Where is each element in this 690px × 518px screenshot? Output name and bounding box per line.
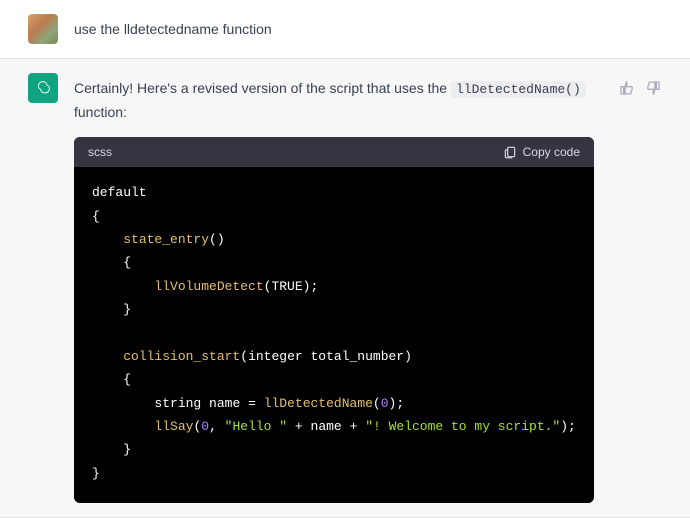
thumbs-up-button[interactable] — [618, 79, 636, 97]
thumbs-down-icon — [645, 80, 661, 96]
user-avatar — [28, 14, 58, 44]
feedback-buttons — [618, 79, 662, 97]
user-message-text: use the lldetectedname function — [74, 18, 662, 40]
assistant-message-body: Certainly! Here's a revised version of t… — [74, 73, 594, 503]
clipboard-icon — [503, 145, 517, 159]
thumbs-down-button[interactable] — [644, 79, 662, 97]
code-content[interactable]: default { state_entry() { llVolumeDetect… — [74, 167, 594, 503]
assistant-inline-code: llDetectedName() — [451, 81, 586, 98]
code-toolbar: scss Copy code — [74, 137, 594, 167]
assistant-message-text: Certainly! Here's a revised version of t… — [74, 77, 594, 123]
assistant-intro-post: function: — [74, 104, 127, 120]
code-block: scss Copy code default { state_entry() {… — [74, 137, 594, 503]
assistant-turn: Certainly! Here's a revised version of t… — [0, 58, 690, 518]
user-turn: use the lldetectedname function — [0, 0, 690, 58]
copy-code-button[interactable]: Copy code — [503, 145, 580, 159]
assistant-logo-icon — [34, 79, 52, 97]
code-lang-label: scss — [88, 145, 112, 159]
assistant-avatar — [28, 73, 58, 103]
thumbs-up-icon — [619, 80, 635, 96]
assistant-intro-pre: Certainly! Here's a revised version of t… — [74, 80, 451, 96]
user-message-body: use the lldetectedname function — [74, 14, 662, 40]
copy-code-label: Copy code — [523, 145, 580, 159]
